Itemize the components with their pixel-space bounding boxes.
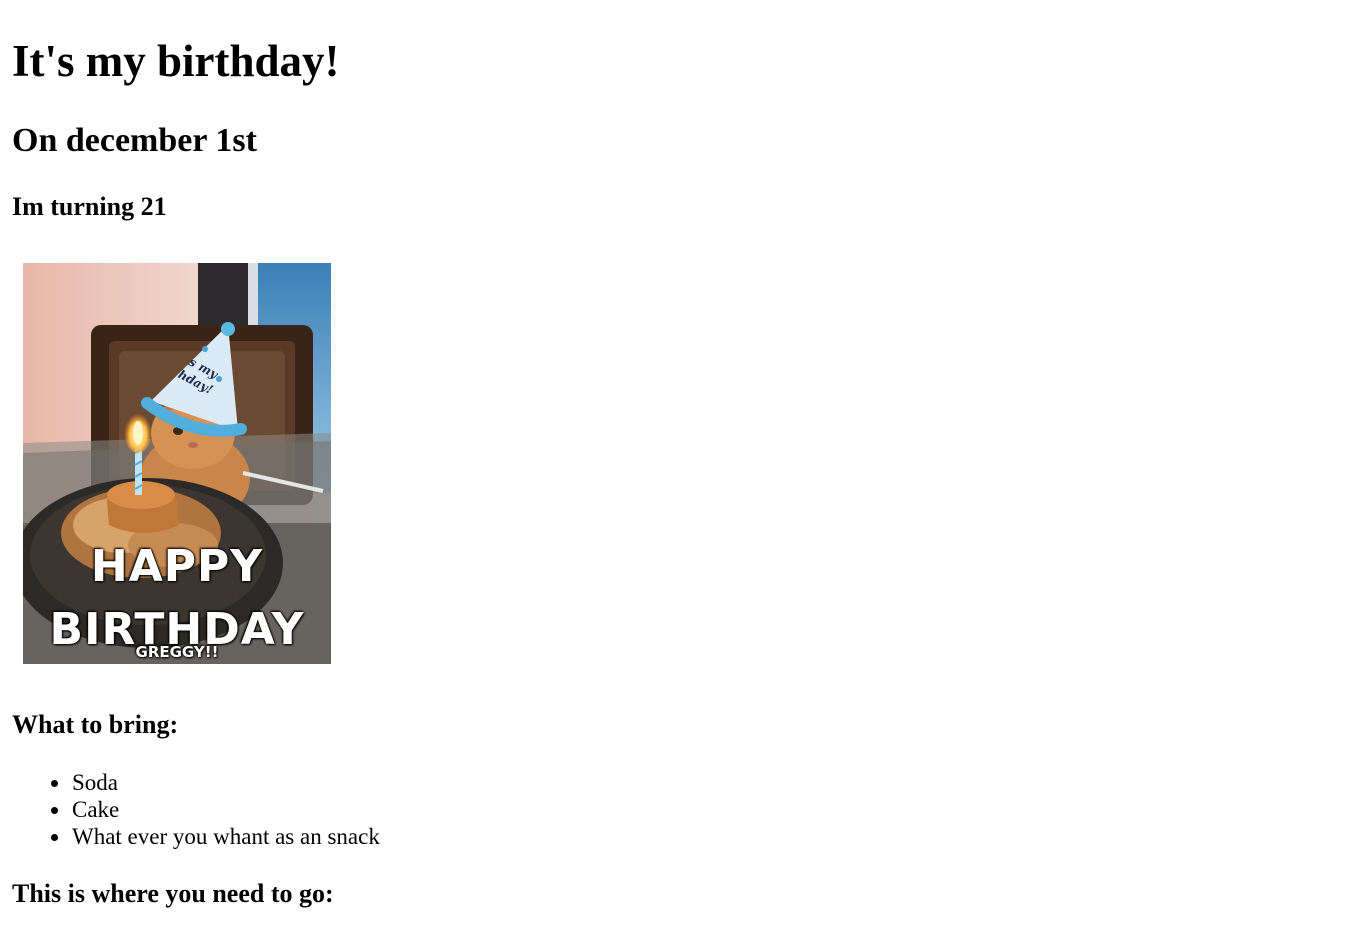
list-item: What ever you whant as an snack [51, 824, 380, 849]
what-to-bring-heading: What to bring: [12, 710, 179, 739]
list-item: Soda [51, 769, 380, 796]
bring-list: Soda Cake What ever you whant as an snac… [51, 769, 380, 850]
date-heading: On december 1st [12, 122, 257, 159]
image-caption-name: GREGGY!! [135, 643, 219, 661]
page: It's my birthday! On december 1st Im tur… [0, 0, 1363, 940]
age-heading: Im turning 21 [12, 192, 167, 221]
image-caption-happy: HAPPY [90, 541, 264, 592]
birthday-cat-image: s my hday! HAPPY BIRTHDAY GREGGY!! [23, 263, 331, 664]
list-item: Cake [51, 796, 380, 823]
location-heading: This is where you need to go: [12, 879, 334, 908]
page-title: It's my birthday! [12, 36, 340, 86]
